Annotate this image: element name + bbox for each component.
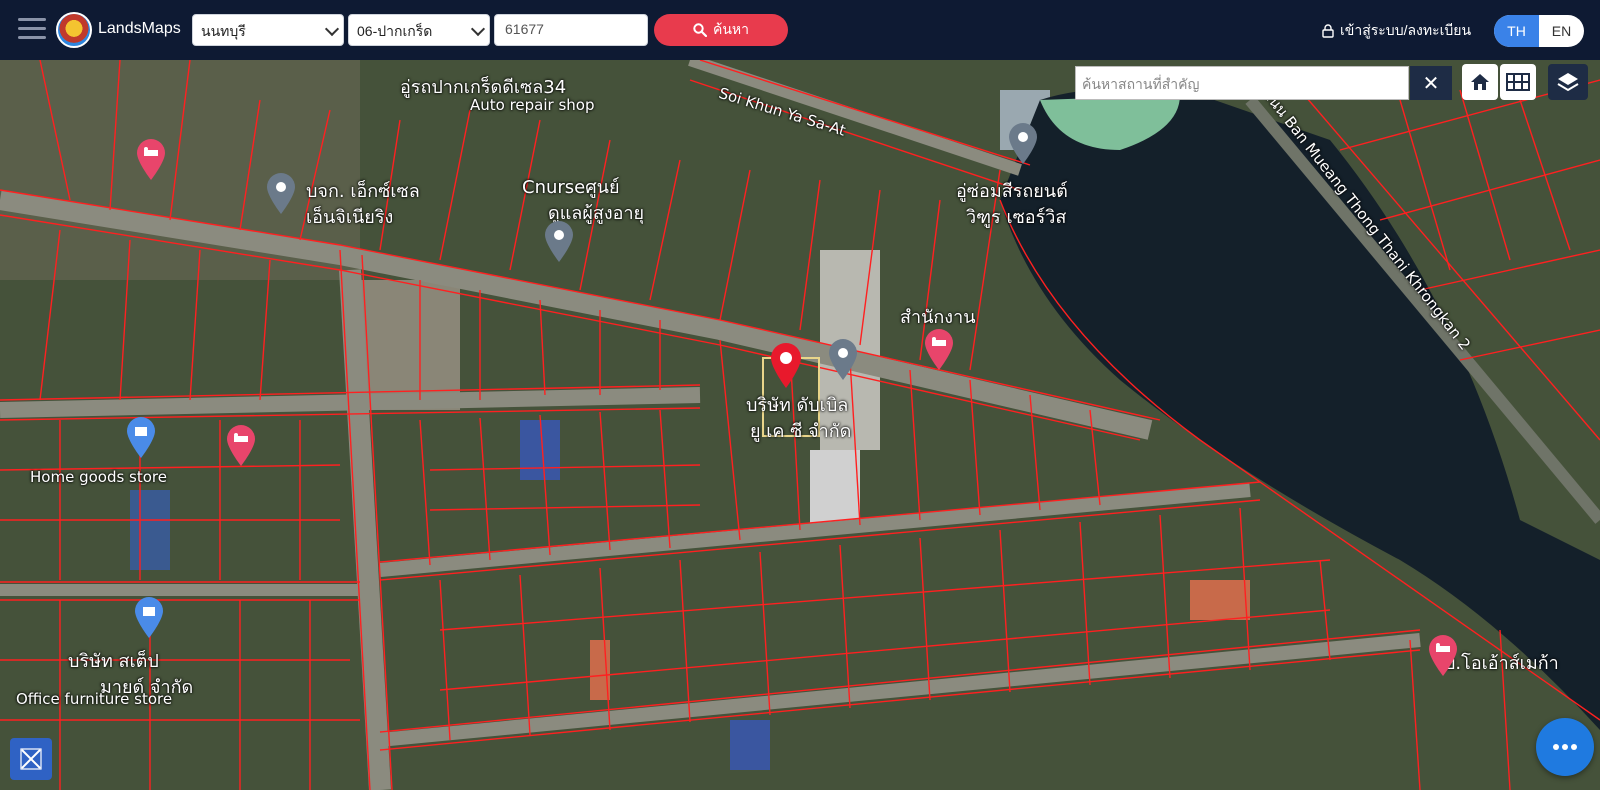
- chevron-down-icon: [470, 21, 486, 37]
- measure-icon: [20, 748, 42, 770]
- hotel-pin-icon[interactable]: [922, 328, 956, 372]
- map-canvas[interactable]: อู่รถปากเกร็ดดีเซล34 Auto repair shop So…: [0, 60, 1600, 790]
- search-button[interactable]: ค้นหา: [654, 14, 788, 46]
- building-roof: [810, 450, 860, 530]
- more-icon: [1553, 744, 1577, 750]
- more-options-button[interactable]: [1536, 718, 1594, 776]
- chevron-down-icon: [324, 21, 340, 37]
- measure-button[interactable]: [10, 738, 52, 780]
- brand-name: LandsMaps: [98, 20, 181, 37]
- login-label: เข้าสู่ระบบ/ลงทะเบียน: [1340, 22, 1472, 38]
- shopping-pin-icon[interactable]: [132, 596, 166, 640]
- building-roof: [520, 420, 560, 480]
- building-roof: [130, 490, 170, 570]
- hotel-pin-icon[interactable]: [134, 138, 168, 182]
- hotel-pin-icon[interactable]: [1426, 634, 1460, 678]
- layers-button[interactable]: [1548, 64, 1588, 100]
- language-toggle: TH EN: [1494, 15, 1584, 47]
- top-bar: LandsMaps นนทบุรี 06-ปากเกร็ด 61677 ค้นห…: [0, 0, 1600, 60]
- home-icon: [1471, 74, 1489, 90]
- parcel-number-input[interactable]: 61677: [494, 14, 648, 46]
- close-icon[interactable]: ✕: [1410, 66, 1452, 100]
- building-roof: [1190, 580, 1250, 620]
- place-search-input[interactable]: ค้นหาสถานที่สำคัญ: [1075, 66, 1409, 100]
- place-pin-icon[interactable]: [542, 220, 576, 264]
- district-value: 06-ปากเกร็ด: [357, 23, 433, 39]
- place-pin-icon[interactable]: [826, 338, 860, 382]
- shopping-pin-icon[interactable]: [124, 416, 158, 460]
- building-roof: [730, 720, 770, 770]
- province-select[interactable]: นนทบุรี: [192, 14, 344, 46]
- place-pin-icon[interactable]: [1006, 122, 1040, 166]
- layers-icon: [1557, 73, 1579, 92]
- map-pin-icon[interactable]: [768, 342, 804, 390]
- menu-icon[interactable]: [18, 18, 46, 40]
- login-link[interactable]: เข้าสู่ระบบ/ลงทะเบียน: [1322, 20, 1471, 42]
- grid-button[interactable]: [1500, 64, 1536, 100]
- lang-th-button[interactable]: TH: [1494, 15, 1539, 47]
- search-button-label: ค้นหา: [712, 21, 750, 37]
- lock-icon: [1322, 24, 1334, 38]
- lang-en-button[interactable]: EN: [1539, 15, 1584, 47]
- grid-icon: [1506, 73, 1530, 91]
- search-icon: [693, 23, 707, 37]
- home-button[interactable]: [1462, 64, 1498, 100]
- province-value: นนทบุรี: [201, 23, 246, 39]
- hotel-pin-icon[interactable]: [224, 424, 258, 468]
- landsmaps-logo: [56, 12, 92, 48]
- district-select[interactable]: 06-ปากเกร็ด: [348, 14, 490, 46]
- place-pin-icon[interactable]: [264, 172, 298, 216]
